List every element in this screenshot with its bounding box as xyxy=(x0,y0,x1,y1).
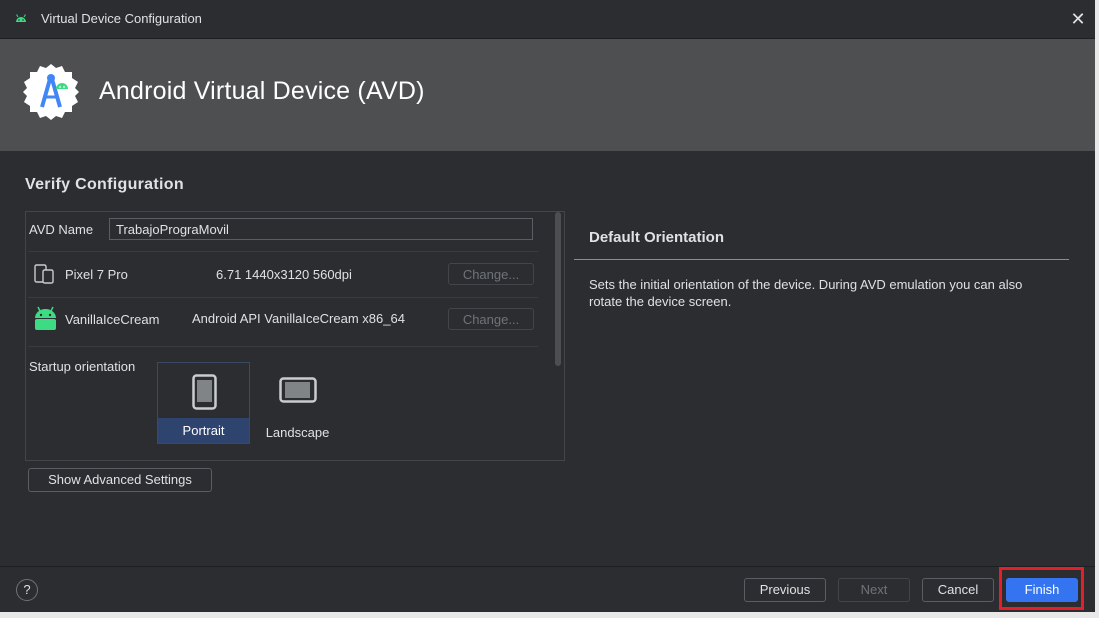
phone-tablet-icon xyxy=(34,264,54,284)
help-icon[interactable]: ? xyxy=(16,579,38,601)
header-title: Android Virtual Device (AVD) xyxy=(99,77,425,105)
change-system-image-button[interactable]: Change... xyxy=(448,308,534,330)
window-title: Virtual Device Configuration xyxy=(41,11,202,26)
background-window-edge xyxy=(1095,0,1099,618)
orientation-portrait-option[interactable]: Portrait xyxy=(157,362,250,444)
info-divider xyxy=(574,259,1069,260)
previous-button[interactable]: Previous xyxy=(744,578,826,602)
avd-name-label: AVD Name xyxy=(29,222,94,237)
background-window-edge-bottom xyxy=(0,612,1099,618)
info-description: Sets the initial orientation of the devi… xyxy=(589,277,1023,309)
section-title: Verify Configuration xyxy=(25,176,184,193)
header-banner: Android Virtual Device (AVD) xyxy=(0,39,1095,151)
show-advanced-settings-button[interactable]: Show Advanced Settings xyxy=(28,468,212,492)
title-bar: Virtual Device Configuration ✕ xyxy=(0,0,1095,39)
device-spec: 6.71 1440x3120 560dpi xyxy=(216,267,352,282)
cancel-button[interactable]: Cancel xyxy=(922,578,994,602)
close-icon[interactable]: ✕ xyxy=(1069,10,1087,28)
android-icon xyxy=(35,306,56,330)
orientation-landscape-label: Landscape xyxy=(265,425,330,440)
row-divider xyxy=(28,251,538,252)
orientation-landscape-option[interactable]: Landscape xyxy=(251,362,344,444)
android-app-icon xyxy=(16,14,26,22)
finish-highlight-box xyxy=(999,567,1084,610)
panel-scrollbar[interactable] xyxy=(555,212,561,366)
next-button[interactable]: Next xyxy=(838,578,910,602)
change-device-button[interactable]: Change... xyxy=(448,263,534,285)
system-image-spec: Android API VanillaIceCream x86_64 xyxy=(192,311,405,326)
system-image-name: VanillaIceCream xyxy=(65,312,160,327)
info-title: Default Orientation xyxy=(589,229,725,246)
portrait-phone-icon xyxy=(192,374,217,410)
row-divider xyxy=(28,346,538,347)
avd-name-field[interactable] xyxy=(109,218,533,240)
device-name: Pixel 7 Pro xyxy=(65,267,128,282)
footer-divider xyxy=(0,566,1095,567)
orientation-portrait-label: Portrait xyxy=(158,418,249,443)
startup-orientation-label: Startup orientation xyxy=(29,359,136,374)
row-divider xyxy=(28,297,538,298)
android-studio-logo xyxy=(23,64,79,120)
landscape-phone-icon xyxy=(279,377,317,403)
